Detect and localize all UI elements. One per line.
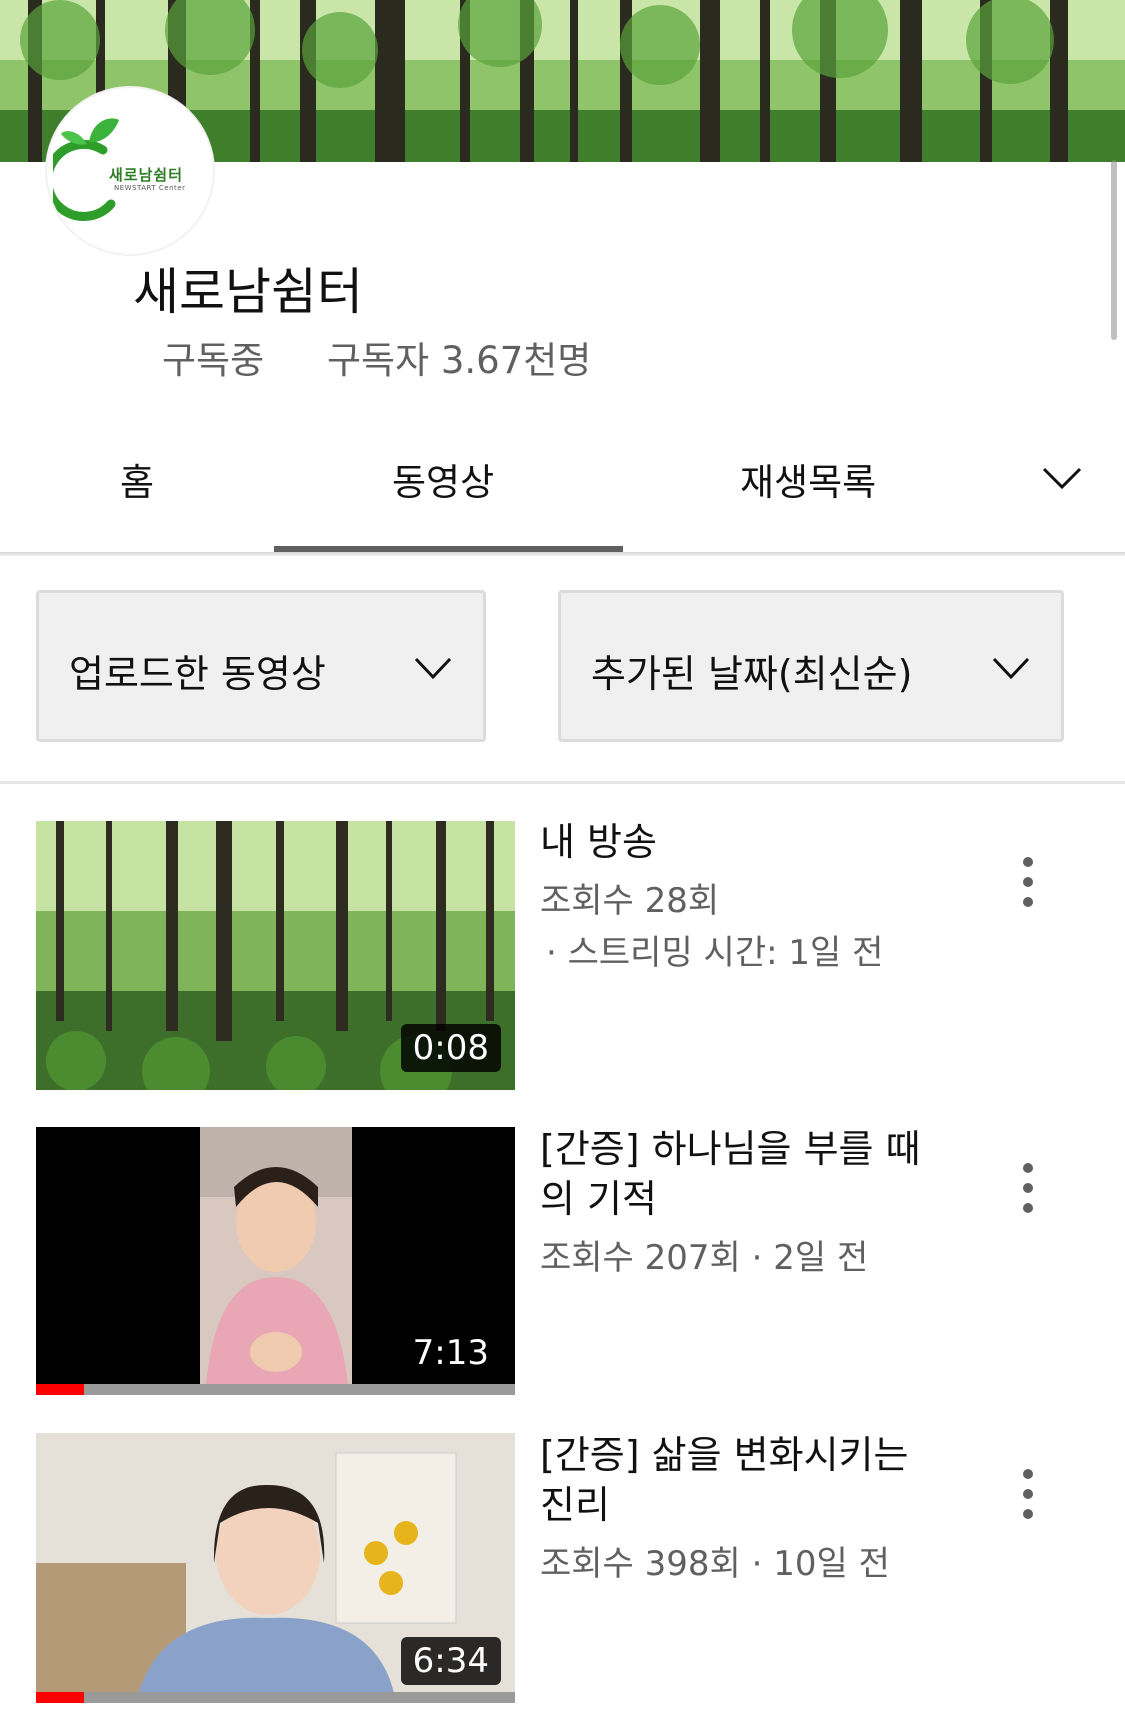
more-options-icon[interactable]: [1014, 857, 1042, 907]
scrollbar[interactable]: [1111, 160, 1117, 340]
logo-text: 새로남쉼터: [109, 166, 184, 184]
tabs-divider: [0, 552, 1125, 556]
video-streamed-time: · 스트리밍 시간: 1일 전: [546, 933, 884, 973]
video-title[interactable]: [간증] 하나님을 부를 때의 기적: [540, 1124, 940, 1224]
video-views: 조회수 28회: [540, 881, 720, 921]
chevron-down-icon: [414, 657, 452, 680]
video-meta: 조회수 207회 · 2일 전: [540, 1238, 869, 1278]
video-thumbnail[interactable]: 7:13: [36, 1127, 515, 1395]
video-duration: 7:13: [412, 1333, 489, 1373]
watch-progress-bar: [36, 1384, 515, 1395]
video-thumbnail[interactable]: 0:08: [36, 821, 515, 1090]
tab-videos[interactable]: 동영상: [392, 452, 494, 506]
uploads-filter-dropdown[interactable]: 업로드한 동영상: [36, 590, 486, 742]
filters-divider: [0, 781, 1125, 784]
channel-avatar[interactable]: 새로남쉼터 NEWSTART Center: [47, 88, 213, 254]
subscribe-button[interactable]: 구독중: [162, 330, 264, 384]
watch-progress-bar: [36, 1692, 515, 1703]
channel-name: 새로남쉼터: [133, 263, 363, 321]
video-duration: 0:08: [400, 1024, 501, 1072]
chevron-down-icon[interactable]: [1040, 463, 1084, 493]
chevron-down-icon: [992, 657, 1030, 680]
watch-progress-fill: [36, 1384, 84, 1395]
sort-label: 추가된 날짜(최신순): [591, 652, 913, 696]
video-meta: 조회수 398회 · 10일 전: [540, 1544, 890, 1584]
video-title[interactable]: 내 방송: [540, 817, 940, 867]
logo-subtext: NEWSTART Center: [114, 184, 186, 192]
video-title[interactable]: [간증] 삶을 변화시키는 진리: [540, 1430, 940, 1530]
subscriber-count: 구독자 3.67천명: [327, 339, 592, 382]
tab-playlists[interactable]: 재생목록: [740, 452, 876, 506]
sort-dropdown[interactable]: 추가된 날짜(최신순): [558, 590, 1064, 742]
video-duration: 6:34: [400, 1637, 501, 1685]
watch-progress-fill: [36, 1692, 84, 1703]
tab-home[interactable]: 홈: [120, 452, 154, 506]
more-options-icon[interactable]: [1014, 1163, 1042, 1213]
uploads-filter-label: 업로드한 동영상: [69, 652, 326, 696]
video-thumbnail[interactable]: 6:34: [36, 1433, 515, 1703]
more-options-icon[interactable]: [1014, 1469, 1042, 1519]
